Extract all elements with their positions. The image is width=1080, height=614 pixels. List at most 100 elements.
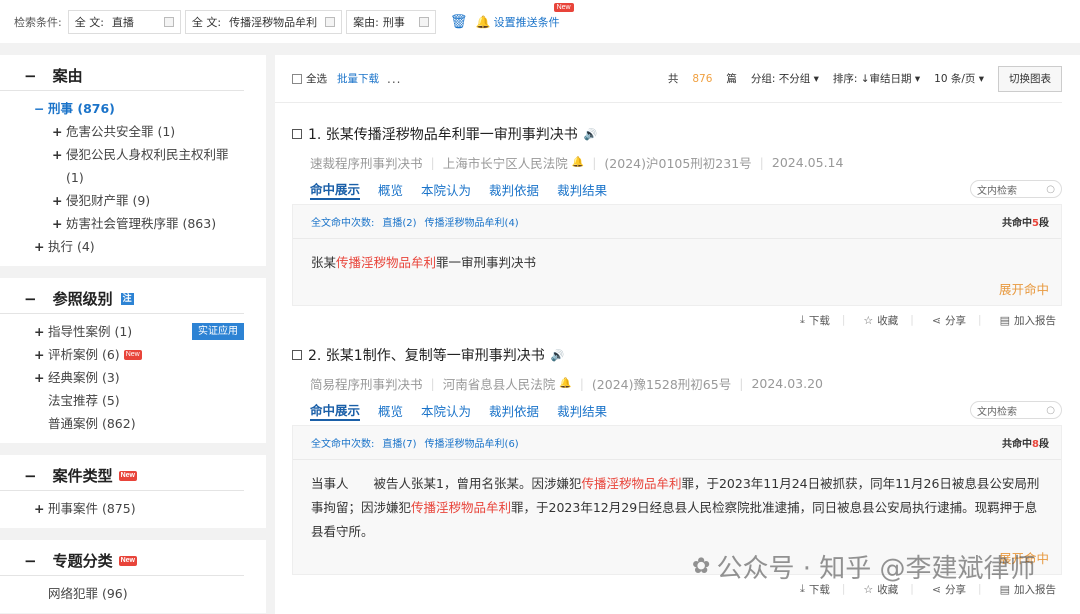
search-icon[interactable]: ○	[1046, 184, 1055, 195]
tree-item-classic-case[interactable]: + 经典案例 (3)	[0, 366, 266, 389]
in-text-search-input[interactable]: 文内检索 ○	[970, 180, 1062, 198]
tree-item-analysis-case[interactable]: + 评析案例 (6) New	[0, 343, 266, 366]
tab-court-opinion[interactable]: 本院认为	[421, 401, 471, 420]
tree-item-personal-rights[interactable]: + 侵犯公民人身权利民主权利罪 (1)	[0, 143, 266, 189]
search-icon[interactable]: ○	[1046, 405, 1055, 416]
panel-title-topic[interactable]: − 专题分类 New	[0, 550, 244, 576]
sort-dropdown[interactable]: 排序: ↓审结日期 ▾	[833, 71, 920, 86]
collapse-icon[interactable]: −	[34, 97, 48, 120]
tree-item-public-safety[interactable]: + 危害公共安全罪 (1)	[0, 120, 266, 143]
chip-key: 案由:	[353, 15, 379, 29]
select-all-checkbox[interactable]	[292, 73, 302, 84]
tree-item-property[interactable]: + 侵犯财产罪 (9)	[0, 189, 266, 212]
collapse-icon[interactable]: −	[24, 467, 37, 485]
hit-term[interactable]: 传播淫秽物品牟利(4)	[425, 214, 519, 229]
tab-hit-display[interactable]: 命中展示	[310, 179, 361, 200]
chip-key: 全 文:	[74, 15, 104, 29]
speaker-icon[interactable]: 🔊	[551, 349, 565, 362]
hit-term[interactable]: 直播(2)	[382, 214, 416, 229]
tab-overview[interactable]: 概览	[378, 180, 403, 199]
result-title-link[interactable]: 2. 张某1制作、复制等一审刑事判决书	[308, 345, 545, 365]
expand-icon[interactable]: +	[34, 235, 48, 258]
tab-legal-basis[interactable]: 裁判依据	[489, 180, 539, 199]
set-push-button[interactable]: 🔔 设置推送条件 New	[476, 2, 574, 30]
hit-term[interactable]: 直播(7)	[382, 435, 416, 450]
page-size-dropdown[interactable]: 10 条/页 ▾	[934, 71, 984, 86]
hit-summary: 全文命中次数: 直播(7) 传播淫秽物品牟利(6) 共命中8段	[293, 426, 1061, 460]
result-meta: 简易程序刑事判决书 | 河南省息县人民法院 🔔 | (2024)豫1528刑初6…	[292, 374, 1062, 393]
hit-term[interactable]: 传播淫秽物品牟利(6)	[425, 435, 519, 450]
in-search-placeholder: 文内检索	[977, 406, 1017, 418]
collapse-icon[interactable]: −	[24, 552, 37, 570]
divider: |	[759, 155, 764, 170]
download-icon: ⤓	[799, 313, 805, 326]
tree-item-cyber-crime[interactable]: 网络犯罪 (96)	[0, 582, 266, 605]
bell-icon[interactable]: 🔔	[572, 157, 584, 168]
select-all-label[interactable]: 全选	[306, 71, 327, 86]
divider: |	[430, 155, 435, 170]
tree-item-recommended[interactable]: 法宝推荐 (5)	[0, 389, 266, 412]
tab-judgment-result[interactable]: 裁判结果	[557, 180, 607, 199]
condition-chip-fulltext-obscene[interactable]: 全 文: 传播淫秽物品牟利	[184, 9, 343, 34]
expand-icon[interactable]: +	[34, 497, 48, 520]
expand-icon[interactable]: +	[34, 343, 48, 366]
chip-value: 直播	[111, 15, 134, 29]
batch-download-link[interactable]: 批量下载	[337, 71, 379, 86]
expand-icon[interactable]: +	[34, 366, 48, 389]
panel-title-case-cause[interactable]: − 案由	[0, 65, 244, 91]
panel-title-reference-level[interactable]: − 参照级别 注	[0, 288, 244, 314]
add-report-button[interactable]: ▤ 加入报告	[1000, 313, 1056, 328]
tree-item-criminal-case[interactable]: + 刑事案件 (875)	[0, 497, 266, 520]
tree-item-ordinary-case[interactable]: 普通案例 (862)	[0, 412, 266, 435]
hit-total-number: 5	[1032, 218, 1039, 229]
chip-value: 刑事	[382, 15, 405, 29]
hit-total: 共命中5段	[1002, 214, 1049, 229]
result-checkbox[interactable]	[292, 350, 302, 360]
tab-court-opinion[interactable]: 本院认为	[421, 180, 471, 199]
group-dropdown[interactable]: 分组: 不分组 ▾	[751, 71, 819, 86]
divider: |	[841, 314, 846, 326]
panel-title-case-type[interactable]: − 案件类型 New	[0, 465, 244, 491]
favorite-button[interactable]: ☆ 收藏	[863, 313, 898, 328]
result-title-link[interactable]: 1. 张某传播淫秽物品牟利罪一审刑事判决书	[308, 124, 578, 144]
download-button[interactable]: ⤓ 下载	[800, 313, 830, 328]
hit-total-number: 8	[1032, 439, 1039, 450]
tab-judgment-result[interactable]: 裁判结果	[557, 401, 607, 420]
note-badge[interactable]: 注	[120, 292, 134, 305]
chip-checkbox[interactable]	[418, 16, 429, 27]
result-checkbox[interactable]	[292, 129, 302, 139]
divider: |	[739, 376, 744, 391]
hit-total-prefix: 共命中	[1002, 439, 1033, 450]
collapse-icon[interactable]: −	[24, 67, 37, 85]
chip-checkbox[interactable]	[325, 16, 336, 27]
chip-checkbox[interactable]	[163, 16, 174, 27]
more-options-button[interactable]: ...	[387, 72, 401, 86]
tab-hit-display[interactable]: 命中展示	[310, 400, 361, 421]
empirical-apply-button[interactable]: 实证应用	[192, 323, 244, 340]
tab-legal-basis[interactable]: 裁判依据	[489, 401, 539, 420]
hit-label: 全文命中次数:	[311, 218, 375, 229]
switch-chart-button[interactable]: 切换图表	[998, 65, 1062, 92]
trash-icon[interactable]: 🗑	[450, 14, 468, 30]
condition-chip-cause[interactable]: 案由: 刑事	[346, 9, 436, 34]
watermark: ✿ 公众号 · 知乎 @李建斌律师	[692, 548, 1036, 585]
tab-overview[interactable]: 概览	[378, 401, 403, 420]
tree-item-guiding-case[interactable]: + 指导性案例 (1) 实证应用	[0, 320, 266, 343]
expand-icon[interactable]: +	[52, 120, 66, 143]
expand-icon[interactable]: +	[34, 320, 48, 343]
share-button[interactable]: ⋖ 分享	[932, 313, 966, 328]
tree-item-label: 普通案例 (862)	[48, 416, 136, 431]
tree-item-social-order[interactable]: + 妨害社会管理秩序罪 (863)	[0, 212, 266, 235]
expand-icon[interactable]: +	[52, 212, 66, 235]
expand-icon[interactable]: +	[52, 189, 66, 212]
in-text-search-input[interactable]: 文内检索 ○	[970, 401, 1062, 419]
tree-item-criminal[interactable]: − 刑事 (876)	[0, 97, 266, 120]
expand-icon[interactable]: +	[52, 143, 66, 166]
bell-icon[interactable]: 🔔	[559, 378, 571, 389]
result-tabs: 命中展示 概览 本院认为 裁判依据 裁判结果 文内检索 ○	[292, 178, 1062, 200]
collapse-icon[interactable]: −	[24, 290, 37, 308]
tree-item-execution[interactable]: + 执行 (4)	[0, 235, 266, 258]
speaker-icon[interactable]: 🔊	[584, 128, 598, 141]
condition-chip-fulltext-live[interactable]: 全 文: 直播	[67, 9, 181, 34]
expand-hits-button[interactable]: 展开命中	[293, 275, 1061, 305]
